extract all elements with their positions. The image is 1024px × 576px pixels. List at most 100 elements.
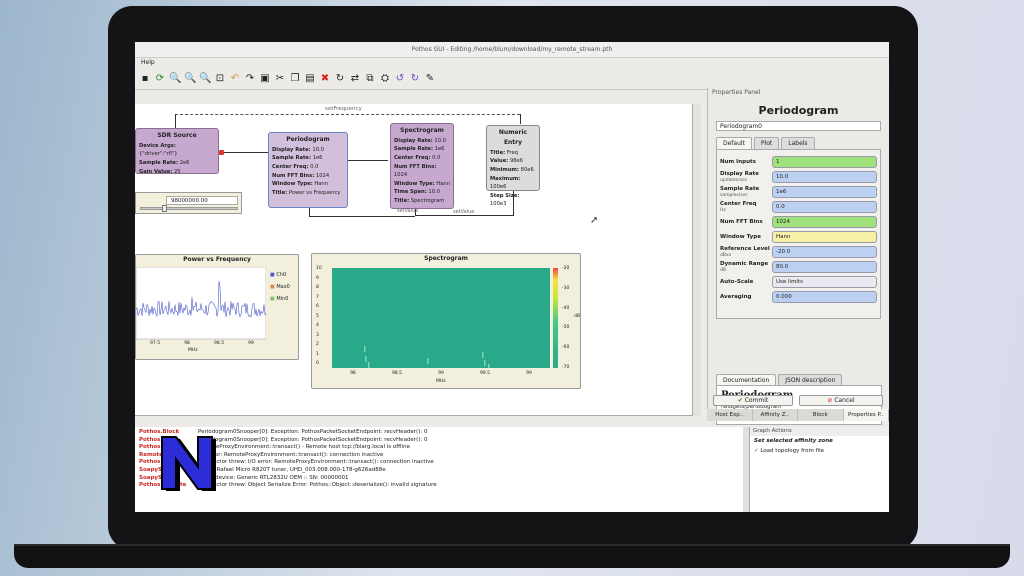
flip-icon[interactable]: ⇄ — [349, 73, 361, 85]
param-value: Power vs Frequency — [288, 189, 341, 196]
property-value-field[interactable]: Use limits — [772, 276, 877, 288]
tick-label: -20 — [562, 266, 570, 271]
tick-label: 9 — [316, 275, 319, 281]
property-value-field[interactable]: 1 — [772, 156, 877, 168]
legend-entry[interactable]: ■ Max0 — [270, 281, 290, 293]
refresh-icon[interactable]: ⟳ — [154, 73, 166, 85]
block-title: Spectrogram — [400, 127, 444, 134]
property-value-field[interactable]: Hann — [772, 231, 877, 243]
param-key: Value: — [490, 158, 509, 165]
param-value: 98e6 — [509, 158, 524, 165]
property-value-field[interactable]: 1e6 — [772, 186, 877, 198]
spectrogram-trace — [488, 364, 490, 368]
zoom-out-icon[interactable]: 🔍 — [184, 73, 196, 85]
graph-actions-panel: Graph Actions Set selected affinity zone… — [749, 427, 889, 512]
brush-icon[interactable]: ✎ — [424, 73, 436, 85]
cancel-button[interactable]: ⊘ Cancel — [799, 395, 883, 406]
property-value-field[interactable]: 0.0 — [772, 201, 877, 213]
reload-icon[interactable]: ↻ — [409, 73, 421, 85]
block-numeric-entry[interactable]: Numeric Entry Title: Freq Value: 98e6 Mini… — [486, 125, 540, 207]
connection — [309, 216, 415, 217]
param-key: Num FFT Bins: — [394, 163, 437, 170]
tick-label: 0 — [316, 361, 319, 366]
property-label: Averaging — [720, 293, 752, 300]
block-id-field[interactable]: Periodogram0 — [716, 121, 881, 131]
tab-host-explorer[interactable]: Host Exp.. — [707, 409, 753, 421]
tab-block[interactable]: Block — [798, 409, 844, 421]
delete-icon[interactable]: ✖ — [319, 73, 331, 85]
zoom-reset-icon[interactable]: 🔍 — [199, 73, 211, 85]
tab-properties-panel[interactable]: Properties P.. — [843, 409, 889, 421]
power-xticks: 97.5 98 98.5 99 — [138, 341, 266, 346]
new-icon[interactable]: ▪ — [139, 73, 151, 85]
property-value-field[interactable]: 0.000 — [772, 291, 877, 303]
paste-icon[interactable]: ▤ — [304, 73, 316, 85]
redo-icon[interactable]: ↷ — [244, 73, 256, 85]
canvas-scrollbar[interactable] — [693, 104, 701, 416]
n-logo-icon — [161, 436, 216, 491]
connection — [513, 191, 514, 215]
property-label: Auto-Scale — [720, 278, 754, 285]
label-setvalue: setValue — [397, 208, 419, 214]
log-message: Uo error: RemoteProxyEnvironment::transa… — [198, 451, 384, 458]
block-spectrogram[interactable]: Spectrogram Display Rate: 10.0 Sample Rat… — [390, 123, 454, 209]
spec-xlabel: MHz — [436, 379, 446, 384]
property-value-field[interactable]: 1024 — [772, 216, 877, 228]
param-row: Sample Rate: 1e6 — [272, 154, 344, 163]
property-value-field[interactable]: -20.0 — [772, 246, 877, 258]
property-unit: dB — [720, 267, 726, 273]
tab-plot[interactable]: Plot — [753, 137, 780, 149]
action-item[interactable]: Set selected affinity zone — [750, 436, 889, 446]
commit-button[interactable]: ✔ Commit — [713, 395, 793, 406]
param-key: Title: — [394, 197, 410, 204]
graph-icon[interactable]: ⧉ — [364, 73, 376, 85]
param-key: Time Span: — [394, 189, 427, 196]
log-message: Using device: Generic RTL2832U OEM :: SN… — [198, 474, 349, 481]
power-legend: ■ Ch0 ■ Max0 ■ Min0 — [270, 269, 290, 305]
param-value: Spectrogram — [410, 197, 445, 204]
property-value-field[interactable]: 80.0 — [772, 261, 877, 273]
action-item[interactable]: ✓ Load topology from file — [750, 446, 889, 456]
param-value: 0.0 — [432, 155, 441, 162]
log-message: Periodogram0Snooper[0]: Exception: Potho… — [198, 429, 428, 435]
param-key: Num FFT Bins: — [272, 172, 315, 179]
zoom-in-icon[interactable]: 🔍 — [169, 73, 181, 85]
legend-entry[interactable]: ■ Ch0 — [270, 269, 290, 281]
property-row: Averaging 0.000 — [720, 291, 877, 303]
colorbar-ticks: -20 -30 -40 -50 -60 -70 — [562, 266, 569, 370]
menu-help[interactable]: Help — [141, 59, 155, 66]
message-log[interactable]: Pothos.Block Periodogram0Snooper[0]: Exce… — [135, 427, 743, 512]
copy-icon[interactable]: ❐ — [289, 73, 301, 85]
activate-icon[interactable]: ⛭ — [379, 73, 391, 85]
property-unit: samples/sec — [720, 192, 748, 198]
property-value-field[interactable]: 10.0 — [772, 171, 877, 183]
block-sdr-source[interactable]: SDR Source Device Args: {"driver":"rfl"}… — [135, 128, 219, 175]
log-line: Pothos.Remo RemoteProxyEnvironment::trans… — [139, 444, 739, 452]
param-value: 10.0 — [312, 146, 324, 153]
tab-labels[interactable]: Labels — [781, 137, 815, 149]
block-periodogram[interactable]: Periodogram Display Rate: 10.0 Sample Rat… — [268, 132, 348, 208]
property-label: Window Type — [720, 233, 761, 240]
rotate-icon[interactable]: ↻ — [334, 73, 346, 85]
slider-value-field[interactable]: 98000000.00 — [166, 196, 238, 205]
tab-affinity-zones[interactable]: Affinity Z.. — [753, 409, 798, 421]
tick-label: -60 — [562, 345, 570, 351]
undo-icon[interactable]: ↶ — [229, 73, 241, 85]
param-row: Sample Rate: 1e6 — [394, 145, 450, 154]
connection — [224, 152, 268, 153]
connection — [348, 160, 388, 161]
graph-canvas[interactable]: setFrequency SDR Source Device Args: {"d… — [135, 104, 693, 416]
slider-handle[interactable] — [162, 205, 167, 212]
zoom-fit-icon[interactable]: ⊡ — [214, 73, 226, 85]
slider-track[interactable] — [140, 207, 238, 210]
legend-entry[interactable]: ■ Min0 — [270, 293, 290, 305]
param-value: 1024 — [394, 172, 408, 179]
cut-icon[interactable]: ✂ — [274, 73, 286, 85]
select-icon[interactable]: ▣ — [259, 73, 271, 85]
plot-spectrogram-window: Spectrogram 10 9 8 7 6 5 4 3 2 1 0 -20 -30 -40 -50 -60… — [311, 253, 581, 389]
slider-widget: 98000000.00 — [135, 192, 242, 214]
app-window: Pothos GUI - Editing /home/blum/download… — [135, 42, 889, 512]
log-line: Pothos.Top Destructor threw: I/O error: R… — [139, 459, 739, 467]
tab-default[interactable]: Default — [716, 137, 752, 149]
deactivate-icon[interactable]: ↺ — [394, 73, 406, 85]
